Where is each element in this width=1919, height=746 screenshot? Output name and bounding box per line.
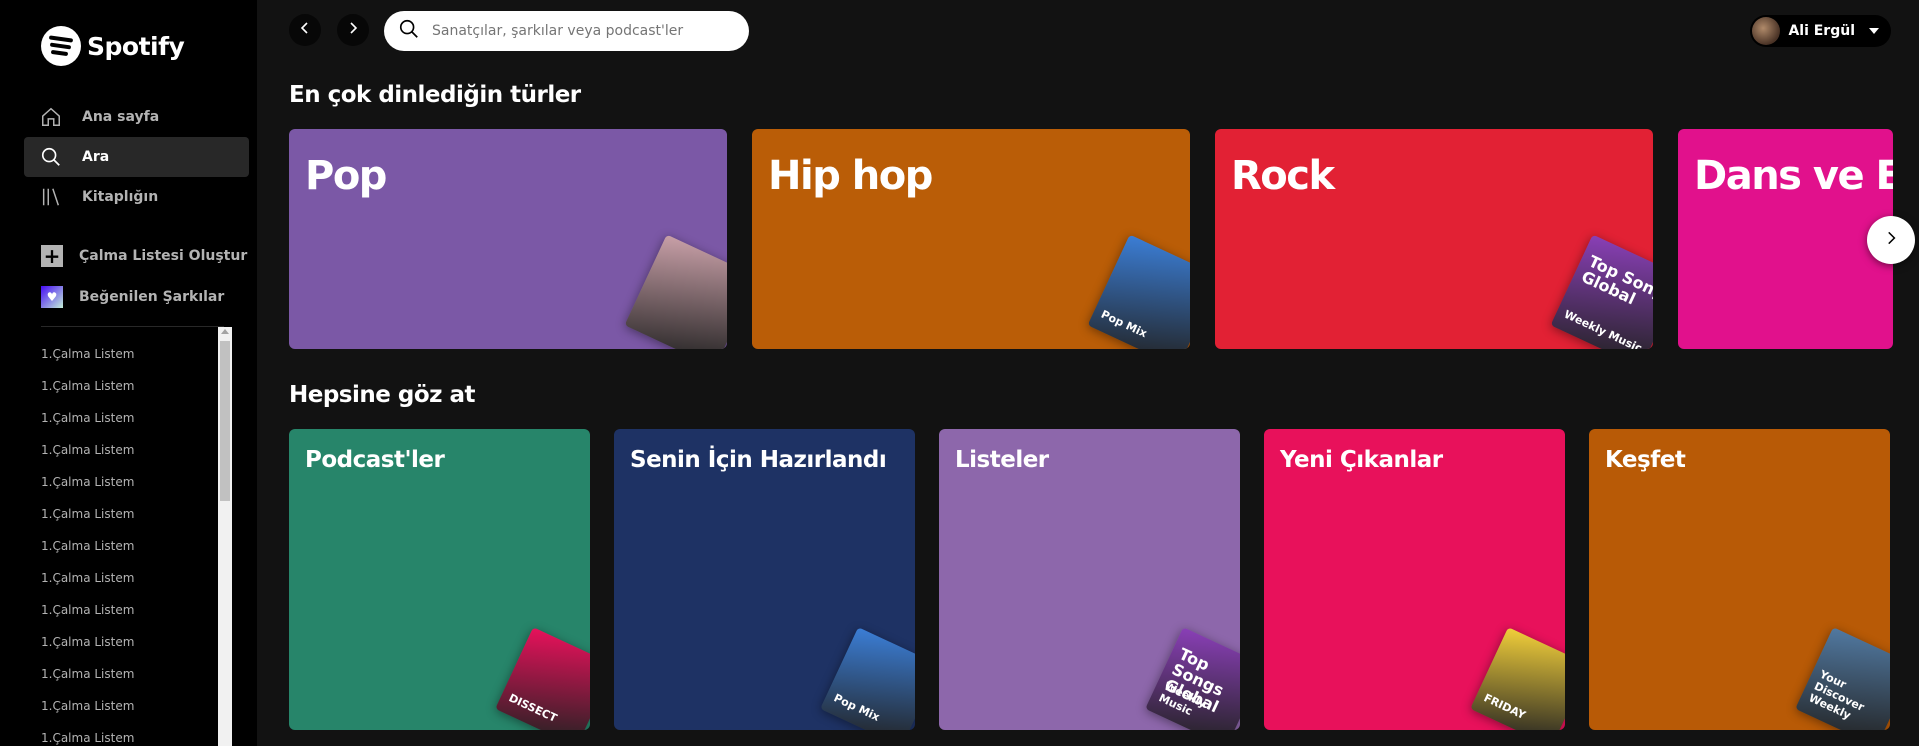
genre-card-label: Hip hop — [768, 153, 933, 199]
playlist-list: 1.Çalma Listem 1.Çalma Listem 1.Çalma List… — [41, 338, 216, 746]
browse-card-senin-icin-hazirlandi[interactable]: Senin İçin Hazırlandı Pop Mix — [614, 429, 915, 730]
cover-art-caption: FRIDAY — [1481, 691, 1528, 722]
cover-art-caption: Your Discover Weekly — [1806, 667, 1867, 723]
caret-down-icon — [1869, 28, 1879, 34]
nav-search[interactable]: Ara — [24, 137, 249, 177]
topbar: Ali Ergül — [257, 0, 1919, 62]
plus-icon: + — [41, 245, 63, 267]
sidebar-playlist-item[interactable]: 1.Çalma Listem — [41, 594, 216, 626]
sidebar-playlist-item[interactable]: 1.Çalma Listem — [41, 562, 216, 594]
main-content: Ali Ergül En çok dinlediğin türler Pop Hi… — [257, 0, 1919, 746]
genre-card-label: Rock — [1231, 153, 1335, 199]
search-input[interactable] — [432, 23, 722, 39]
create-playlist-label: Çalma Listesi Oluştur — [79, 248, 248, 264]
spotify-logo-icon — [41, 26, 81, 66]
genre-card-pop[interactable]: Pop — [289, 129, 727, 349]
spotify-logo[interactable]: Spotify — [41, 26, 185, 66]
cover-art-image: Pop Mix — [820, 627, 915, 730]
nav-search-label: Ara — [82, 149, 110, 165]
sidebar-playlist-item[interactable]: 1.Çalma Listem — [41, 530, 216, 562]
cover-art-caption: Pop Mix — [1099, 307, 1150, 341]
sidebar-playlist-item[interactable]: 1.Çalma Listem — [41, 434, 216, 466]
sidebar-playlist-item[interactable]: 1.Çalma Listem — [41, 498, 216, 530]
liked-songs-button[interactable]: ♥ Beğenilen Şarkılar — [41, 286, 224, 308]
cover-art-image — [624, 234, 727, 349]
browse-card-kesfet[interactable]: Keşfet Your Discover Weekly — [1589, 429, 1890, 730]
liked-songs-label: Beğenilen Şarkılar — [79, 289, 225, 305]
cover-art-image: Your Discover Weekly — [1795, 627, 1890, 730]
nav-home-label: Ana sayfa — [82, 109, 160, 125]
genre-card-hip-hop[interactable]: Hip hop Pop Mix — [752, 129, 1190, 349]
sidebar-playlist-item[interactable]: 1.Çalma Listem — [41, 658, 216, 690]
browse-card-label: Keşfet — [1605, 447, 1686, 473]
create-playlist-button[interactable]: + Çalma Listesi Oluştur — [41, 245, 247, 267]
cover-art-caption: Pop Mix — [831, 691, 882, 724]
forward-button[interactable] — [337, 14, 369, 46]
cover-art-image: Top Songs Global Weekly Music — [1550, 234, 1653, 349]
top-genres-title: En çok dinlediğin türler — [289, 82, 581, 108]
user-name: Ali Ergül — [1788, 23, 1855, 39]
sidebar-scrollbar[interactable] — [218, 327, 232, 746]
library-icon — [40, 186, 62, 208]
nav-home[interactable]: Ana sayfa — [24, 97, 249, 137]
chevron-right-icon — [345, 20, 361, 41]
browse-card-label: Senin İçin Hazırlandı — [630, 447, 887, 473]
avatar — [1752, 17, 1781, 45]
sidebar-playlist-item[interactable]: 1.Çalma Listem — [41, 370, 216, 402]
nav-library[interactable]: Kitaplığın — [24, 177, 249, 217]
cover-art-title: Top Songs Global — [1578, 251, 1653, 309]
sidebar: Spotify Ana sayfa Ara Kitaplığın + Çalma… — [0, 0, 257, 746]
sidebar-playlist-item[interactable]: 1.Çalma Listem — [41, 466, 216, 498]
genre-card-label: Pop — [305, 153, 387, 199]
home-icon — [40, 106, 62, 128]
browse-card-listeler[interactable]: Listeler Top Songs Global Weekly Music — [939, 429, 1240, 730]
sidebar-playlist-item[interactable]: 1.Çalma Listem — [41, 402, 216, 434]
search-icon — [398, 18, 420, 44]
app-window: Spotify Ana sayfa Ara Kitaplığın + Çalma… — [0, 0, 1919, 746]
browse-card-label: Podcast'ler — [305, 447, 445, 473]
scroll-up-icon[interactable] — [221, 329, 229, 334]
logo-text: Spotify — [87, 31, 185, 61]
cover-art-image: FRIDAY — [1470, 627, 1565, 730]
sidebar-divider — [41, 326, 224, 327]
genre-card-dans-ve-elektronik[interactable]: Dans ve Elektronik — [1678, 129, 1893, 349]
chevron-right-icon — [1882, 228, 1900, 253]
search-icon — [40, 146, 62, 168]
nav-library-label: Kitaplığın — [82, 189, 159, 205]
sidebar-playlist-item[interactable]: 1.Çalma Listem — [41, 338, 216, 370]
cover-art-image: DISSECT — [495, 627, 590, 730]
browse-card-yeni-cikanlar[interactable]: Yeni Çıkanlar FRIDAY — [1264, 429, 1565, 730]
cover-art-caption: Weekly Music — [1562, 307, 1644, 349]
sidebar-playlist-item[interactable]: 1.Çalma Listem — [41, 626, 216, 658]
heart-icon: ♥ — [41, 286, 63, 308]
carousel-next-button[interactable] — [1867, 216, 1915, 264]
sidebar-playlist-item[interactable]: 1.Çalma Listem — [41, 722, 216, 746]
scrollbar-thumb[interactable] — [220, 341, 230, 501]
main-nav: Ana sayfa Ara Kitaplığın — [24, 97, 249, 217]
cover-art-image: Pop Mix — [1087, 234, 1190, 349]
browse-card-label: Listeler — [955, 447, 1049, 473]
sidebar-playlist-item[interactable]: 1.Çalma Listem — [41, 690, 216, 722]
user-menu-button[interactable]: Ali Ergül — [1750, 15, 1891, 47]
chevron-left-icon — [297, 20, 313, 41]
genre-card-label: Dans ve Elektronik — [1694, 153, 1893, 199]
genre-card-rock[interactable]: Rock Top Songs Global Weekly Music — [1215, 129, 1653, 349]
browse-card-podcast-ler[interactable]: Podcast'ler DISSECT — [289, 429, 590, 730]
back-button[interactable] — [289, 14, 321, 46]
browse-all-title: Hepsine göz at — [289, 382, 476, 408]
cover-art-image: Top Songs Global Weekly Music — [1145, 627, 1240, 730]
browse-card-label: Yeni Çıkanlar — [1280, 447, 1443, 473]
cover-art-caption: DISSECT — [506, 691, 559, 725]
search-bar[interactable] — [384, 11, 749, 51]
